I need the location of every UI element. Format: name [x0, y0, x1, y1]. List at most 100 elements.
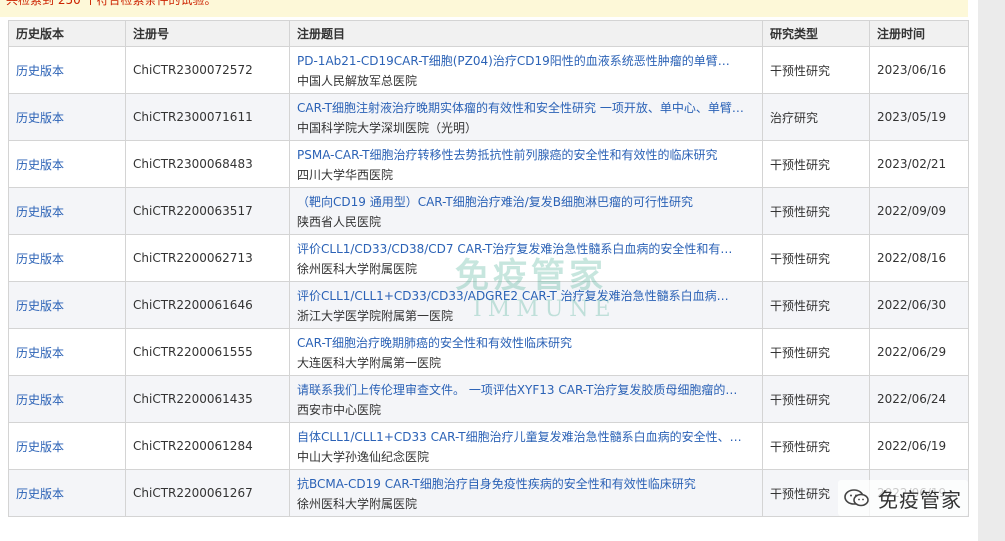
sponsor-name: 陕西省人民医院 — [297, 214, 382, 229]
trial-results-table: 历史版本 注册号 注册题目 研究类型 注册时间 历史版本 ChiCTR23000… — [8, 20, 969, 517]
header-history: 历史版本 — [8, 20, 126, 47]
header-reg-date: 注册时间 — [869, 20, 969, 47]
title-cell: 自体CLL1/CLL1+CD33 CAR-T细胞治疗儿童复发难治急性髓系白血病的… — [289, 422, 763, 470]
reg-date-cell: 2022/06/24 — [869, 375, 969, 423]
trial-title-link[interactable]: （靶向CD19 通用型）CAR-T细胞治疗难治/复发B细胞淋巴瘤的可行性研究 — [297, 193, 755, 210]
reg-date-cell: 2022/06/30 — [869, 281, 969, 329]
reg-no-cell: ChiCTR2300071611 — [125, 93, 290, 141]
table-row: 历史版本 ChiCTR2300068483 PSMA-CAR-T细胞治疗转移性去… — [8, 140, 969, 188]
history-cell: 历史版本 — [8, 469, 126, 517]
history-version-link[interactable]: 历史版本 — [16, 205, 64, 219]
trial-title-link[interactable]: PSMA-CAR-T细胞治疗转移性去势抵抗性前列腺癌的安全性和有效性的临床研究 — [297, 146, 755, 163]
sponsor-name: 徐州医科大学附属医院 — [297, 496, 418, 511]
sponsor-name: 西安市中心医院 — [297, 402, 382, 417]
scrollbar-track[interactable] — [978, 0, 1005, 541]
history-version-link[interactable]: 历史版本 — [16, 393, 64, 407]
title-cell: PSMA-CAR-T细胞治疗转移性去势抵抗性前列腺癌的安全性和有效性的临床研究四… — [289, 140, 763, 188]
reg-no-cell: ChiCTR2300068483 — [125, 140, 290, 188]
history-cell: 历史版本 — [8, 140, 126, 188]
history-cell: 历史版本 — [8, 375, 126, 423]
reg-no-cell: ChiCTR2300072572 — [125, 46, 290, 94]
trial-title-link[interactable]: 自体CLL1/CLL1+CD33 CAR-T细胞治疗儿童复发难治急性髓系白血病的… — [297, 428, 755, 445]
title-cell: 评价CLL1/CD33/CD38/CD7 CAR-T治疗复发难治急性髓系白血病的… — [289, 234, 763, 282]
trial-title-link[interactable]: 评价CLL1/CLL1+CD33/CD33/ADGRE2 CAR-T 治疗复发难… — [297, 287, 755, 304]
table-row: 历史版本 ChiCTR2200062713 评价CLL1/CD33/CD38/C… — [8, 234, 969, 282]
study-type-cell: 干预性研究 — [762, 422, 870, 470]
history-version-link[interactable]: 历史版本 — [16, 487, 64, 501]
sponsor-name: 中国人民解放军总医院 — [297, 73, 418, 88]
history-version-link[interactable]: 历史版本 — [16, 252, 64, 266]
history-cell: 历史版本 — [8, 234, 126, 282]
history-cell: 历史版本 — [8, 281, 126, 329]
table-row: 历史版本 ChiCTR2300071611 CAR-T细胞注射液治疗晚期实体瘤的… — [8, 93, 969, 141]
history-cell: 历史版本 — [8, 46, 126, 94]
sponsor-name: 中国科学院大学深圳医院（光明） — [297, 120, 478, 135]
sponsor-name: 徐州医科大学附属医院 — [297, 261, 418, 276]
study-type-cell: 干预性研究 — [762, 375, 870, 423]
trial-title-link[interactable]: 抗BCMA-CD19 CAR-T细胞治疗自身免疫性疾病的安全性和有效性临床研究 — [297, 475, 755, 492]
table-row: 历史版本 ChiCTR2300072572 PD-1Ab21-CD19CAR-T… — [8, 46, 969, 94]
sponsor-name: 四川大学华西医院 — [297, 167, 394, 182]
title-cell: PD-1Ab21-CD19CAR-T细胞(PZ04)治疗CD19阳性的血液系统恶… — [289, 46, 763, 94]
header-reg-no: 注册号 — [125, 20, 290, 47]
wechat-watermark-badge: 免疫管家 — [838, 480, 968, 516]
table-row: 历史版本 ChiCTR2200061284 自体CLL1/CLL1+CD33 C… — [8, 422, 969, 470]
history-version-link[interactable]: 历史版本 — [16, 440, 64, 454]
trial-title-link[interactable]: PD-1Ab21-CD19CAR-T细胞(PZ04)治疗CD19阳性的血液系统恶… — [297, 52, 755, 69]
study-type-cell: 干预性研究 — [762, 328, 870, 376]
reg-date-cell: 2023/06/16 — [869, 46, 969, 94]
header-title: 注册题目 — [289, 20, 763, 47]
reg-date-cell: 2023/02/21 — [869, 140, 969, 188]
title-cell: 评价CLL1/CLL1+CD33/CD33/ADGRE2 CAR-T 治疗复发难… — [289, 281, 763, 329]
sponsor-name: 浙江大学医学院附属第一医院 — [297, 308, 454, 323]
reg-date-cell: 2022/09/09 — [869, 187, 969, 235]
history-cell: 历史版本 — [8, 422, 126, 470]
history-version-link[interactable]: 历史版本 — [16, 346, 64, 360]
study-type-cell: 干预性研究 — [762, 187, 870, 235]
header-study-type: 研究类型 — [762, 20, 870, 47]
reg-date-cell: 2022/06/19 — [869, 422, 969, 470]
reg-no-cell: ChiCTR2200061555 — [125, 328, 290, 376]
trial-title-link[interactable]: CAR-T细胞治疗晚期肺癌的安全性和有效性临床研究 — [297, 334, 755, 351]
table-row: 历史版本 ChiCTR2200061646 评价CLL1/CLL1+CD33/C… — [8, 281, 969, 329]
title-cell: CAR-T细胞治疗晚期肺癌的安全性和有效性临床研究 大连医科大学附属第一医院 — [289, 328, 763, 376]
table-row: 历史版本 ChiCTR2200061435 请联系我们上传伦理审查文件。 一项评… — [8, 375, 969, 423]
table-header-row: 历史版本 注册号 注册题目 研究类型 注册时间 — [8, 20, 969, 47]
trial-title-link[interactable]: CAR-T细胞注射液治疗晚期实体瘤的有效性和安全性研究 一项开放、单中心、单臂… — [297, 99, 755, 116]
title-cell: 抗BCMA-CD19 CAR-T细胞治疗自身免疫性疾病的安全性和有效性临床研究徐… — [289, 469, 763, 517]
history-cell: 历史版本 — [8, 187, 126, 235]
study-type-cell: 干预性研究 — [762, 234, 870, 282]
notice-text: 共检索到 250 个符合检索条件的试验。 — [6, 0, 217, 7]
title-cell: （靶向CD19 通用型）CAR-T细胞治疗难治/复发B细胞淋巴瘤的可行性研究 陕西… — [289, 187, 763, 235]
sponsor-name: 大连医科大学附属第一医院 — [297, 355, 442, 370]
history-version-link[interactable]: 历史版本 — [16, 158, 64, 172]
history-version-link[interactable]: 历史版本 — [16, 299, 64, 313]
history-version-link[interactable]: 历史版本 — [16, 111, 64, 125]
reg-no-cell: ChiCTR2200061267 — [125, 469, 290, 517]
reg-no-cell: ChiCTR2200061646 — [125, 281, 290, 329]
reg-no-cell: ChiCTR2200061435 — [125, 375, 290, 423]
trial-title-link[interactable]: 请联系我们上传伦理审查文件。 一项评估XYF13 CAR-T治疗复发胶质母细胞瘤… — [297, 381, 755, 398]
reg-date-cell: 2022/08/16 — [869, 234, 969, 282]
trial-title-link[interactable]: 评价CLL1/CD33/CD38/CD7 CAR-T治疗复发难治急性髓系白血病的… — [297, 240, 755, 257]
table-row: 历史版本 ChiCTR2200063517 （靶向CD19 通用型）CAR-T细… — [8, 187, 969, 235]
search-result-notice: 共检索到 250 个符合检索条件的试验。 — [0, 0, 968, 17]
reg-date-cell: 2022/06/29 — [869, 328, 969, 376]
study-type-cell: 干预性研究 — [762, 46, 870, 94]
wechat-icon — [844, 489, 869, 507]
sponsor-name: 中山大学孙逸仙纪念医院 — [297, 449, 430, 464]
study-type-cell: 治疗研究 — [762, 93, 870, 141]
study-type-cell: 干预性研究 — [762, 140, 870, 188]
table-row: 历史版本 ChiCTR2200061267 抗BCMA-CD19 CAR-T细胞… — [8, 469, 969, 517]
reg-no-cell: ChiCTR2200061284 — [125, 422, 290, 470]
study-type-cell: 干预性研究 — [762, 281, 870, 329]
title-cell: 请联系我们上传伦理审查文件。 一项评估XYF13 CAR-T治疗复发胶质母细胞瘤… — [289, 375, 763, 423]
history-version-link[interactable]: 历史版本 — [16, 64, 64, 78]
reg-no-cell: ChiCTR2200063517 — [125, 187, 290, 235]
table-row: 历史版本 ChiCTR2200061555 CAR-T细胞治疗晚期肺癌的安全性和… — [8, 328, 969, 376]
reg-date-cell: 2023/05/19 — [869, 93, 969, 141]
history-cell: 历史版本 — [8, 93, 126, 141]
reg-no-cell: ChiCTR2200062713 — [125, 234, 290, 282]
title-cell: CAR-T细胞注射液治疗晚期实体瘤的有效性和安全性研究 一项开放、单中心、单臂…… — [289, 93, 763, 141]
history-cell: 历史版本 — [8, 328, 126, 376]
